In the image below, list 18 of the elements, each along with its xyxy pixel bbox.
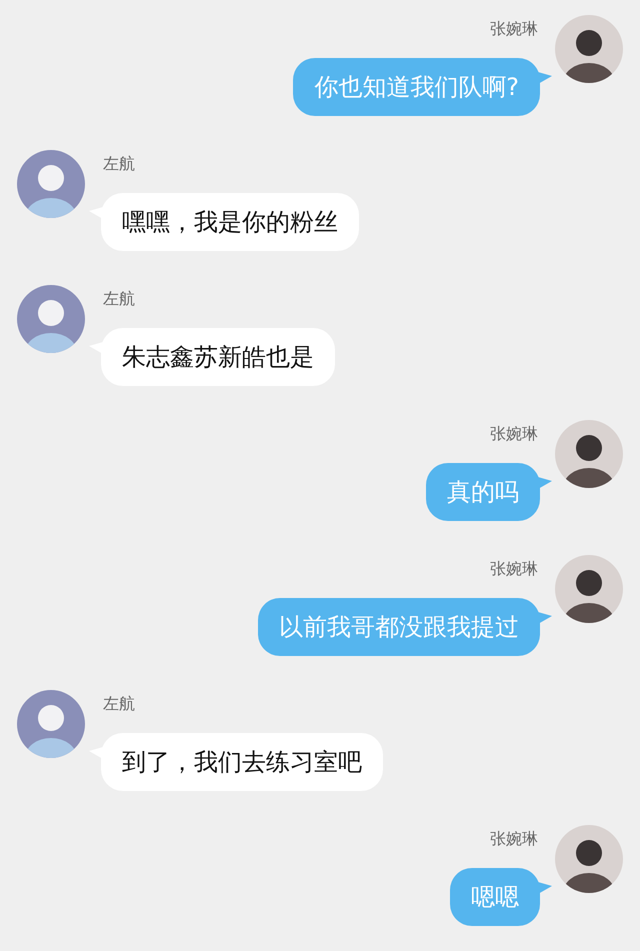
message-bubble: 朱志鑫苏新皓也是 [101, 328, 335, 386]
message-bubble: 到了，我们去练习室吧 [101, 733, 383, 791]
sender-name: 张婉琳 [490, 560, 538, 578]
message-bubble: 你也知道我们队啊? [293, 58, 540, 116]
bubble-tail-icon [538, 477, 552, 491]
sender-name: 左航 [103, 290, 135, 308]
sender-name: 张婉琳 [490, 425, 538, 443]
message-bubble: 以前我哥都没跟我提过 [258, 598, 540, 656]
bubble-tail-icon [538, 882, 552, 896]
message-bubble: 真的吗 [426, 463, 540, 521]
sender-name: 左航 [103, 155, 135, 173]
message-bubble: 嘿嘿，我是你的粉丝 [101, 193, 359, 251]
message-bubble: 嗯嗯 [450, 868, 540, 926]
sender-name: 张婉琳 [490, 20, 538, 38]
sender-name: 张婉琳 [490, 830, 538, 848]
bubble-tail-icon [538, 612, 552, 626]
sender-name: 左航 [103, 695, 135, 713]
bubble-tail-icon [538, 72, 552, 86]
